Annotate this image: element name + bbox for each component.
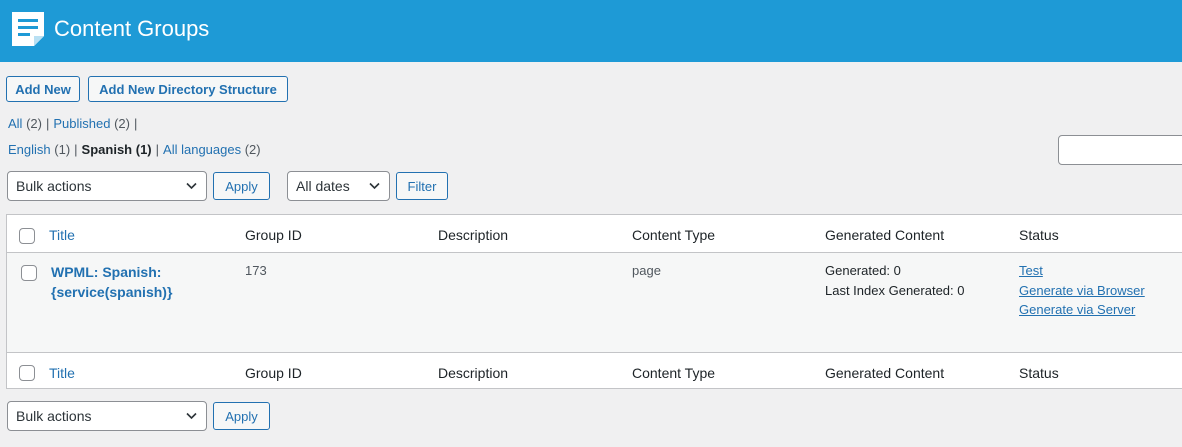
language-english-link[interactable]: English — [8, 142, 51, 157]
top-header-bar: Content Groups — [0, 0, 1182, 62]
page-title: Content Groups — [54, 16, 210, 41]
dates-select[interactable]: All dates — [287, 171, 390, 201]
separator: | — [74, 142, 78, 157]
content-groups-logo-icon — [12, 12, 44, 46]
language-spanish-current: Spanish — [81, 142, 133, 157]
table-footer-row: Title Group ID Description Content Type … — [7, 352, 1182, 390]
column-title-footer[interactable]: Title — [49, 364, 75, 382]
column-content-type-header: Content Type — [632, 227, 716, 243]
filter-published-link[interactable]: Published — [53, 116, 110, 131]
bulk-actions-select-bottom[interactable]: Bulk actions — [7, 401, 207, 431]
row-status: Test Generate via Browser Generate via S… — [1019, 261, 1145, 320]
bulk-actions-label: Bulk actions — [16, 408, 92, 424]
table-header-row: Title Group ID Description Content Type … — [7, 215, 1182, 253]
dates-label: All dates — [296, 178, 350, 194]
language-spanish-count: (1) — [135, 142, 152, 157]
language-all-count: (2) — [244, 142, 261, 157]
status-generate-server-link[interactable]: Generate via Server — [1019, 300, 1145, 320]
table-row: WPML: Spanish: {service(spanish)} 173 pa… — [7, 253, 1182, 352]
filter-button[interactable]: Filter — [396, 172, 448, 200]
add-new-directory-structure-button[interactable]: Add New Directory Structure — [88, 76, 288, 102]
filter-all-link[interactable]: All — [8, 116, 22, 131]
column-content-type-footer: Content Type — [632, 365, 716, 381]
last-index-generated: Last Index Generated: 0 — [825, 282, 965, 298]
separator: | — [155, 142, 160, 157]
select-all-checkbox[interactable] — [19, 228, 35, 244]
chevron-down-icon — [186, 412, 197, 420]
generated-count: Generated: 0 — [825, 263, 901, 278]
column-title-header[interactable]: Title — [49, 226, 75, 244]
column-generated-content-header: Generated Content — [825, 227, 945, 243]
column-generated-content-footer: Generated Content — [825, 365, 945, 381]
column-description-header: Description — [438, 227, 509, 243]
separator: | — [45, 116, 50, 131]
search-input[interactable] — [1058, 135, 1182, 165]
row-title-link[interactable]: WPML: Spanish: {service(spanish)} — [51, 262, 221, 302]
bulk-actions-label: Bulk actions — [16, 178, 92, 194]
column-description-footer: Description — [438, 365, 509, 381]
status-generate-browser-link[interactable]: Generate via Browser — [1019, 281, 1145, 301]
separator: | — [133, 116, 138, 131]
add-new-button[interactable]: Add New — [6, 76, 80, 102]
select-all-checkbox-footer[interactable] — [19, 365, 35, 381]
language-english-count: (1) — [54, 142, 71, 157]
chevron-down-icon — [369, 182, 380, 190]
row-group-id: 173 — [245, 263, 267, 278]
column-status-header: Status — [1019, 227, 1059, 243]
status-test-link[interactable]: Test — [1019, 261, 1145, 281]
row-checkbox[interactable] — [21, 265, 37, 281]
filter-published-count: (2) — [114, 116, 130, 131]
column-group-id-header: Group ID — [245, 227, 302, 243]
status-filter-links: All (2) | Published (2) | — [8, 116, 141, 132]
language-all-link[interactable]: All languages — [163, 142, 241, 157]
chevron-down-icon — [186, 182, 197, 190]
apply-button-bottom[interactable]: Apply — [213, 402, 270, 430]
column-status-footer: Status — [1019, 365, 1059, 381]
apply-button-top[interactable]: Apply — [213, 172, 270, 200]
content-groups-table: Title Group ID Description Content Type … — [6, 214, 1182, 389]
row-content-type: page — [632, 263, 661, 278]
bulk-actions-select-top[interactable]: Bulk actions — [7, 171, 207, 201]
row-generated-content: Generated: 0 Last Index Generated: 0 — [825, 261, 964, 300]
language-filter-links: English (1) | Spanish (1) | All languages (2… — [8, 142, 261, 158]
column-group-id-footer: Group ID — [245, 365, 302, 381]
filter-all-count: (2) — [26, 116, 42, 131]
